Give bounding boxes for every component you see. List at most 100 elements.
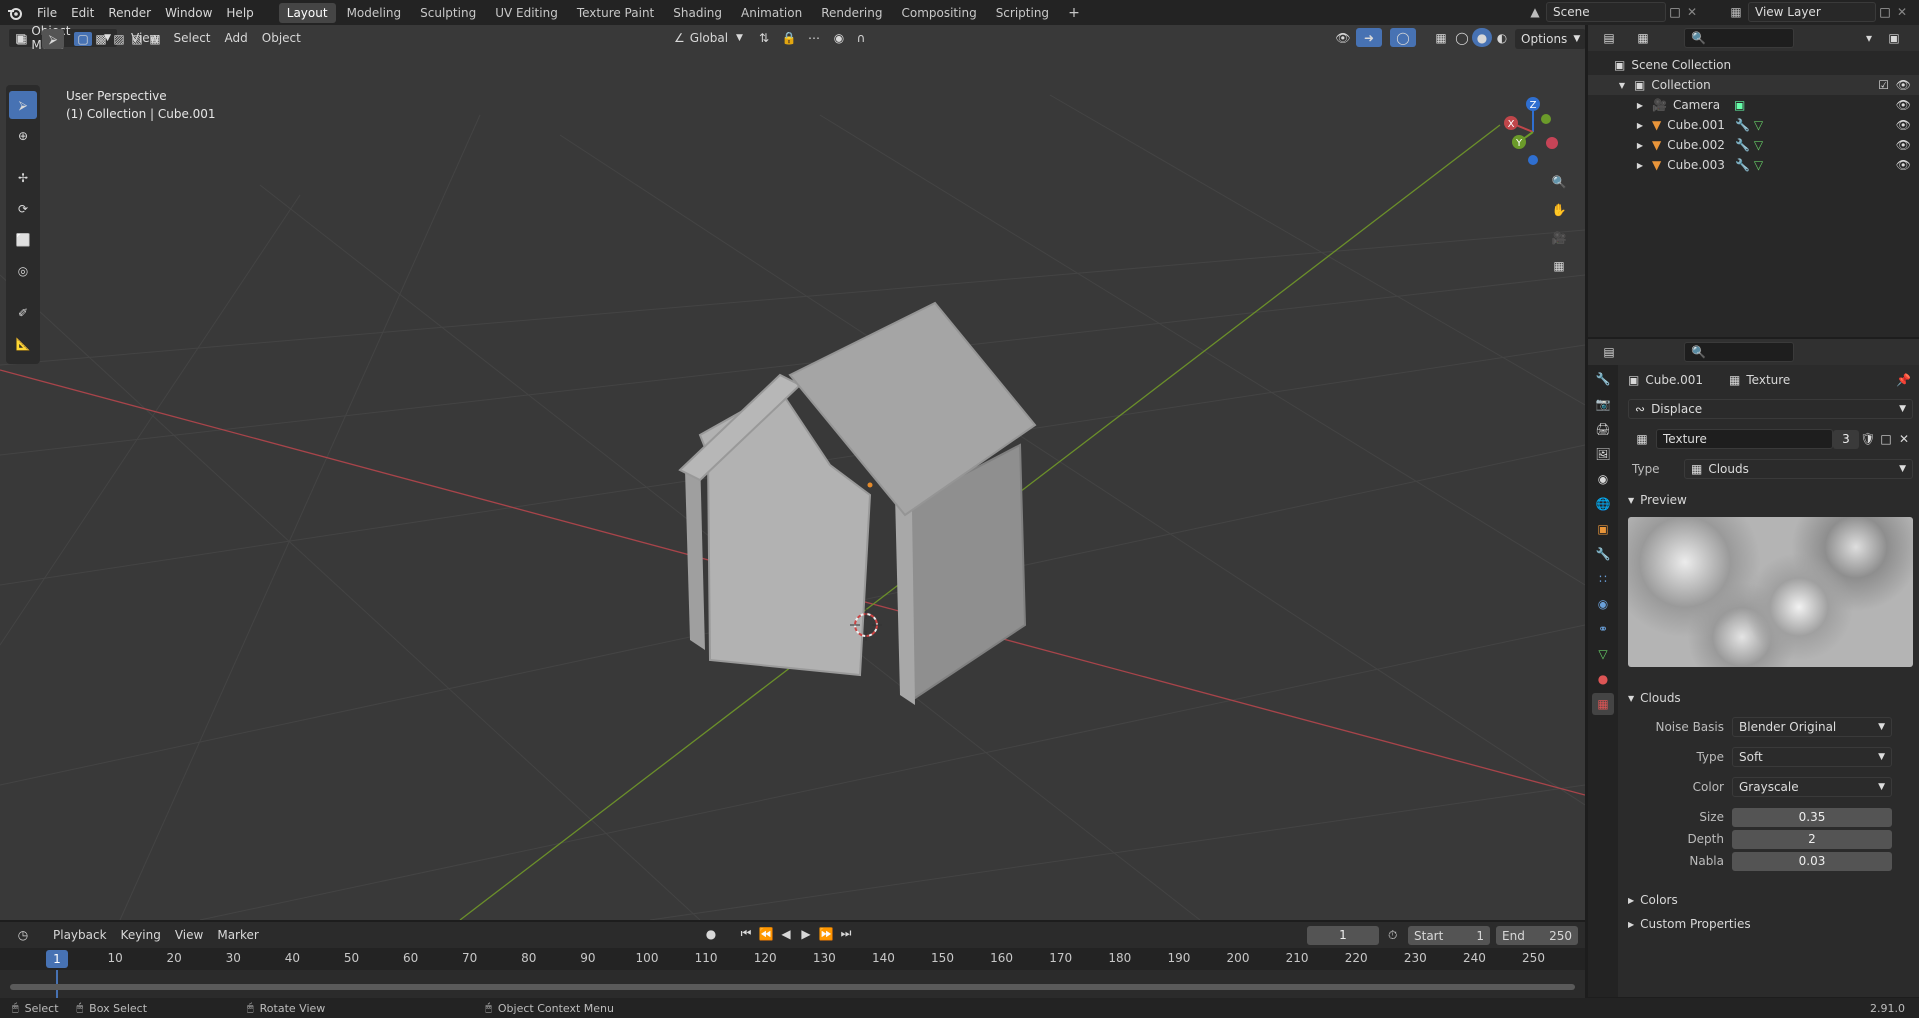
physics-tab-icon[interactable]: ◉: [1592, 593, 1614, 615]
menu-edit[interactable]: Edit: [64, 6, 101, 20]
chevron-right-icon[interactable]: ▶: [1634, 161, 1646, 170]
snap-icon[interactable]: 🔒: [779, 31, 799, 45]
select-extend-icon[interactable]: ▩: [92, 32, 110, 46]
noise-basis-dropdown[interactable]: Blender Original ▼: [1732, 717, 1892, 737]
scale-tool[interactable]: ⬜: [9, 226, 37, 254]
annotate-tool[interactable]: ✐: [9, 299, 37, 327]
scene-field[interactable]: Scene: [1546, 2, 1666, 22]
custom-properties-header[interactable]: ▶ Custom Properties: [1622, 913, 1919, 935]
pin-icon[interactable]: 📌: [1896, 373, 1911, 387]
world-tab-icon[interactable]: 🌐: [1592, 493, 1614, 515]
play-reverse-icon[interactable]: ◀: [776, 927, 796, 941]
view-layer-selector[interactable]: ▦ View Layer □ ✕: [1724, 2, 1910, 22]
color-dropdown[interactable]: Grayscale ▼: [1732, 777, 1892, 797]
tab-animation[interactable]: Animation: [733, 3, 810, 23]
jump-start-icon[interactable]: ⏮: [736, 926, 756, 941]
rotate-tool[interactable]: ⟳: [9, 195, 37, 223]
modifier-selector[interactable]: ∾ Displace ▼: [1628, 399, 1913, 419]
tree-item-cube-002[interactable]: ▶ ▼ Cube.002 🔧 ▽ 👁: [1588, 135, 1919, 155]
view-layer-field[interactable]: View Layer: [1748, 2, 1876, 22]
select-intersect-icon[interactable]: ▦: [146, 32, 164, 46]
visibility-icon[interactable]: 👁: [1330, 31, 1356, 45]
tab-sculpting[interactable]: Sculpting: [412, 3, 484, 23]
texture-name-field[interactable]: Texture: [1656, 429, 1833, 449]
timeline-menu-keying[interactable]: Keying: [114, 928, 168, 942]
new-collection-icon[interactable]: ▣: [1884, 31, 1904, 45]
prev-keyframe-icon[interactable]: ⏪: [756, 927, 776, 941]
tree-item-cube-003[interactable]: ▶ ▼ Cube.003 🔧 ▽ 👁: [1588, 155, 1919, 175]
copy-view-layer-icon[interactable]: □: [1876, 5, 1894, 19]
tab-layout[interactable]: Layout: [278, 2, 336, 23]
delete-scene-icon[interactable]: ✕: [1684, 5, 1700, 19]
tree-scene-collection[interactable]: ▣ Scene Collection: [1588, 55, 1919, 75]
menu-help[interactable]: Help: [219, 6, 260, 20]
xray-icon[interactable]: ▦: [1430, 31, 1452, 45]
timeline-menu-playback[interactable]: Playback: [46, 928, 114, 942]
wrench-icon[interactable]: 🔧: [1735, 138, 1750, 152]
options-button[interactable]: Options ▼: [1515, 29, 1585, 49]
tab-texture-paint[interactable]: Texture Paint: [569, 3, 662, 23]
filter-icon[interactable]: ▾: [1854, 31, 1884, 45]
select-box-tool[interactable]: ⮚: [9, 91, 37, 119]
users-count[interactable]: 3: [1833, 429, 1859, 449]
duplicate-icon[interactable]: □: [1877, 432, 1895, 446]
properties-editor-icon[interactable]: ▤: [1596, 345, 1622, 359]
clouds-header[interactable]: ▼ Clouds: [1622, 687, 1919, 709]
constraints-tab-icon[interactable]: ⚭: [1592, 618, 1614, 640]
eye-icon[interactable]: 👁: [1896, 118, 1911, 132]
record-icon[interactable]: ●: [700, 927, 722, 941]
mesh-data-icon[interactable]: ▽: [1754, 138, 1763, 152]
wrench-icon[interactable]: 🔧: [1735, 118, 1750, 132]
viewport-menu-select[interactable]: Select: [166, 31, 217, 45]
scene-tab-icon[interactable]: ◉: [1592, 468, 1614, 490]
tab-compositing[interactable]: Compositing: [893, 3, 984, 23]
material-tab-icon[interactable]: ●: [1592, 668, 1614, 690]
tab-scripting[interactable]: Scripting: [988, 3, 1057, 23]
properties-search-field[interactable]: 🔍: [1684, 342, 1794, 362]
pivot-icon[interactable]: ⇅: [749, 31, 779, 45]
frame-ruler[interactable]: 1 10 20 30 40 50 60 70 80 90 100 110 120 130 140 150 16…: [0, 948, 1585, 970]
material-shading-icon[interactable]: ◐: [1492, 31, 1512, 45]
play-icon[interactable]: ▶: [796, 927, 816, 941]
select-subtract-icon[interactable]: ▨: [110, 32, 128, 46]
perspective-grid-icon[interactable]: ▦: [1548, 253, 1570, 279]
tree-item-cube-001[interactable]: ▶ ▼ Cube.001 🔧 ▽ 👁: [1588, 115, 1919, 135]
tree-collection[interactable]: ▼ ▣ Collection ☑ 👁: [1588, 75, 1919, 95]
select-tool-icon[interactable]: ⮚: [42, 29, 64, 49]
next-keyframe-icon[interactable]: ⏩: [816, 927, 836, 941]
pan-hand-icon[interactable]: ✋: [1548, 197, 1570, 223]
proportional-edit-icon[interactable]: ◉: [829, 31, 849, 45]
display-mode-icon[interactable]: ▦: [1630, 31, 1656, 45]
3d-viewport[interactable]: ▣ Object Mode ▼ View Select Add Object 👁…: [0, 25, 1585, 920]
chevron-right-icon[interactable]: ▶: [1634, 141, 1646, 150]
tab-uv-editing[interactable]: UV Editing: [487, 3, 566, 23]
modifier-tab-icon[interactable]: 🔧: [1592, 543, 1614, 565]
texture-browse-icon[interactable]: ▦: [1628, 432, 1656, 446]
viewport-menu-object[interactable]: Object: [255, 31, 308, 45]
cloud-type-dropdown[interactable]: Soft ▼: [1732, 747, 1892, 767]
menu-file[interactable]: File: [30, 6, 64, 20]
wireframe-shading-icon[interactable]: ◯: [1452, 31, 1472, 45]
chevron-down-icon[interactable]: ▼: [1616, 81, 1628, 90]
eye-icon[interactable]: 👁: [1896, 158, 1911, 172]
tab-shading[interactable]: Shading: [665, 3, 730, 23]
fake-user-icon[interactable]: 🛡: [1859, 432, 1877, 446]
wrench-icon[interactable]: 🔧: [1735, 158, 1750, 172]
orientation-dropdown[interactable]: ∠ Global ▼: [668, 28, 749, 48]
stopwatch-icon[interactable]: ⏱: [1388, 928, 1397, 943]
timeline-scrollbar[interactable]: [10, 984, 1575, 990]
falloff-icon[interactable]: ∩: [849, 31, 873, 45]
camera-view-icon[interactable]: 🎥: [1548, 225, 1570, 251]
output-tab-icon[interactable]: 🖨: [1592, 418, 1614, 440]
select-invert-icon[interactable]: ▧: [128, 32, 146, 46]
menu-render[interactable]: Render: [101, 6, 158, 20]
menu-window[interactable]: Window: [158, 6, 219, 20]
editor-type-icon[interactable]: ▤: [8, 32, 36, 46]
copy-scene-icon[interactable]: □: [1666, 5, 1684, 19]
render-tab-icon[interactable]: 📷: [1592, 393, 1614, 415]
start-frame-field[interactable]: Start 1: [1408, 926, 1490, 945]
move-tool[interactable]: ✢: [9, 164, 37, 192]
data-tab-icon[interactable]: ▽: [1592, 643, 1614, 665]
scene-selector[interactable]: ▲ Scene □ ✕: [1524, 2, 1700, 22]
tool-tab-icon[interactable]: 🔧: [1592, 368, 1614, 390]
